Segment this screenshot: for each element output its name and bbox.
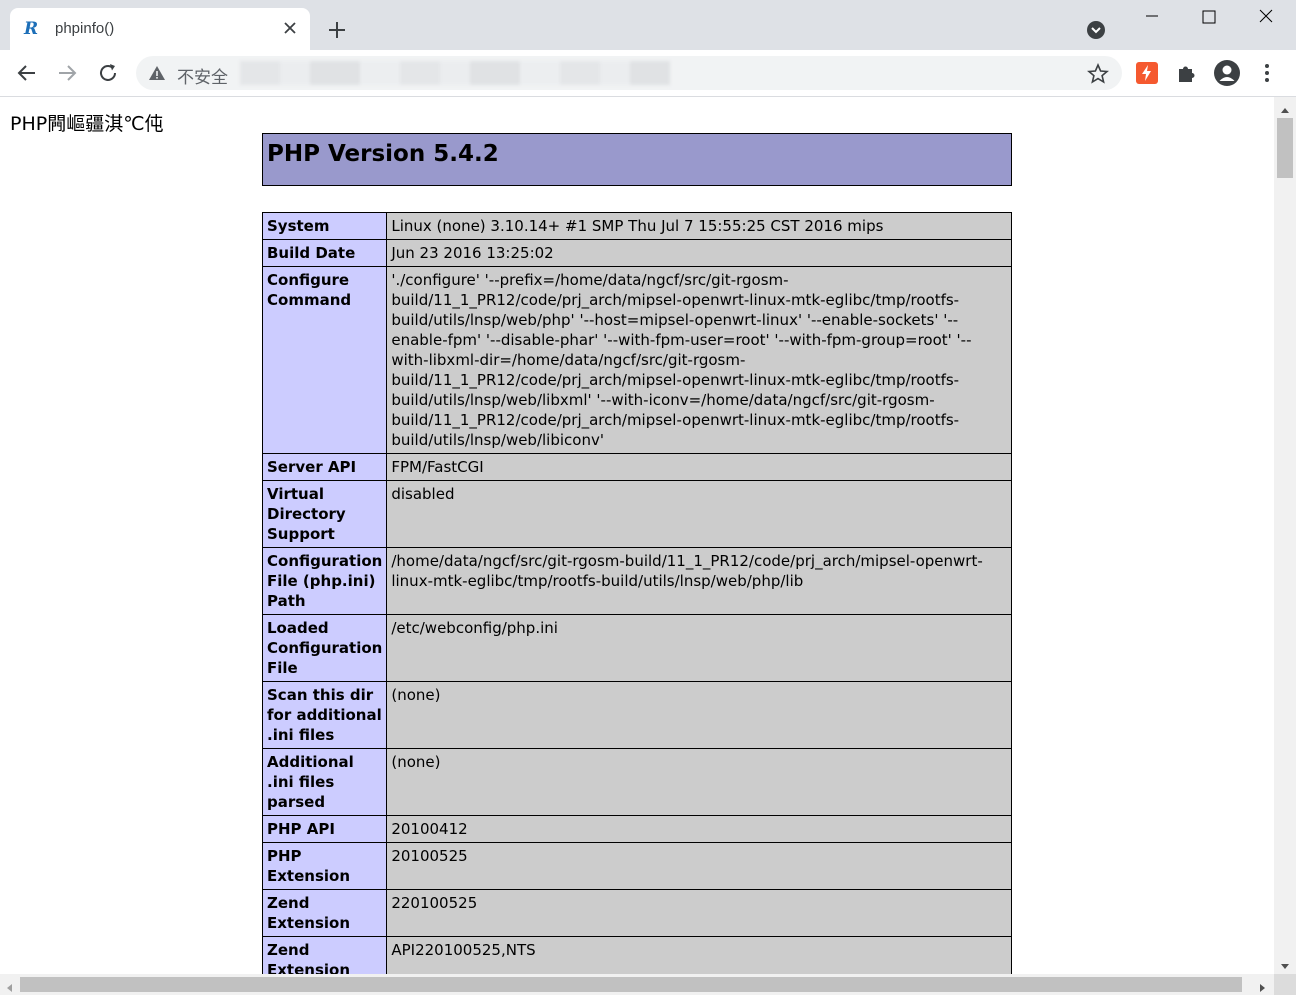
row-key: Loaded Configuration File — [261, 614, 388, 682]
tab-title: phpinfo() — [55, 20, 115, 37]
row-value: API220100525,NTS — [386, 936, 1012, 974]
row-value: 20100412 — [386, 815, 1012, 843]
table-row: Configuration File (php.ini) Path/home/d… — [261, 547, 1012, 615]
row-key: Scan this dir for additional .ini files — [261, 681, 388, 749]
row-key: Configure Command — [261, 266, 388, 454]
scrollbar-corner — [1274, 974, 1296, 995]
plus-icon[interactable] — [325, 18, 349, 42]
tab-strip: R phpinfo() — [0, 0, 1296, 50]
row-value: Jun 23 2016 13:25:02 — [386, 239, 1012, 267]
scroll-left-arrow-icon[interactable] — [4, 979, 14, 992]
phpinfo-center: PHP Version 5.4.2 System Linux (none) 3.1… — [261, 133, 1012, 974]
row-value: 20100525 — [386, 842, 1012, 890]
puzzle-icon[interactable] — [1175, 61, 1199, 85]
row-value: 220100525 — [386, 889, 1012, 937]
star-icon[interactable] — [1087, 62, 1109, 85]
row-key: PHP Extension — [261, 842, 388, 890]
table-row: PHP API 20100412 — [261, 815, 1012, 843]
row-key: Build Date — [261, 239, 388, 267]
table-row: PHP Extension 20100525 — [261, 842, 1012, 890]
address-bar[interactable]: 不安全 — [136, 56, 1122, 90]
table-row: Server API FPM/FastCGI — [261, 453, 1012, 481]
row-key: PHP API — [261, 815, 388, 843]
row-key: Server API — [261, 453, 388, 481]
row-key: Zend Extension — [261, 889, 388, 937]
row-value: './configure' '--prefix=/home/data/ngcf/… — [386, 266, 1012, 454]
table-row: Additional .ini files parsed (none) — [261, 748, 1012, 816]
row-key: System — [261, 212, 388, 240]
table-row: Zend Extension 220100525 — [261, 889, 1012, 937]
row-value: /etc/webconfig/php.ini — [386, 614, 1012, 682]
row-key: Zend Extension Build — [261, 936, 388, 974]
favicon-icon: R — [24, 19, 39, 39]
tab-search-icon[interactable] — [1086, 20, 1106, 40]
page-garbled-title: PHP闁嶇疆淇℃伅 — [10, 113, 164, 135]
tab-phpinfo[interactable]: R phpinfo() — [10, 8, 310, 50]
vertical-scrollbar[interactable] — [1274, 97, 1296, 974]
arrow-left-icon[interactable] — [15, 61, 39, 85]
row-value: Linux (none) 3.10.14+ #1 SMP Thu Jul 7 1… — [386, 212, 1012, 240]
not-secure-label[interactable]: 不安全 — [177, 63, 228, 88]
phpinfo-table: System Linux (none) 3.10.14+ #1 SMP Thu J… — [261, 212, 1012, 974]
php-version-title: PHP Version 5.4.2 — [267, 141, 499, 167]
table-row: Zend Extension BuildAPI220100525,NTS — [261, 936, 1012, 974]
table-row: Configure Command './configure' '--prefix… — [261, 266, 1012, 454]
table-row: Build Date Jun 23 2016 13:25:02 — [261, 239, 1012, 267]
close-icon[interactable] — [280, 18, 300, 38]
page-viewport: PHP闁嶇疆淇℃伅 PHP Version 5.4.2 System Linux … — [0, 97, 1274, 974]
vertical-scroll-thumb[interactable] — [1277, 118, 1293, 178]
horizontal-scrollbar[interactable] — [0, 974, 1274, 995]
scroll-right-arrow-icon[interactable] — [1258, 979, 1268, 992]
lightning-extension-icon[interactable] — [1135, 61, 1159, 85]
row-key: Virtual Directory Support — [261, 480, 388, 548]
arrow-right-icon[interactable] — [55, 61, 79, 85]
warning-icon[interactable] — [148, 64, 166, 82]
horizontal-scroll-thumb[interactable] — [20, 977, 1242, 992]
row-value: (none) — [386, 681, 1012, 749]
table-row: Scan this dir for additional .ini files(… — [261, 681, 1012, 749]
table-row: Virtual Directory Support disabled — [261, 480, 1012, 548]
more-vert-icon[interactable] — [1257, 61, 1277, 85]
row-value: FPM/FastCGI — [386, 453, 1012, 481]
minimize-icon[interactable] — [1123, 0, 1181, 34]
scroll-up-arrow-icon[interactable] — [1279, 100, 1291, 113]
scroll-down-arrow-icon[interactable] — [1279, 957, 1291, 969]
row-value: /home/data/ngcf/src/git-rgosm-build/11_1… — [386, 547, 1012, 615]
php-version-header: PHP Version 5.4.2 — [262, 133, 1012, 186]
reload-icon[interactable] — [96, 61, 120, 85]
row-key: Additional .ini files parsed — [261, 748, 388, 816]
window-close-icon[interactable] — [1238, 0, 1296, 34]
row-value: disabled — [386, 480, 1012, 548]
table-row: System Linux (none) 3.10.14+ #1 SMP Thu J… — [261, 212, 1012, 240]
maximize-icon[interactable] — [1180, 0, 1238, 34]
row-key: Configuration File (php.ini) Path — [261, 547, 388, 615]
table-row: Loaded Configuration File/etc/webconfig/… — [261, 614, 1012, 682]
row-value: (none) — [386, 748, 1012, 816]
account-icon[interactable] — [1213, 59, 1241, 87]
browser-toolbar: 不安全 — [0, 50, 1296, 97]
url-text[interactable] — [240, 61, 670, 85]
